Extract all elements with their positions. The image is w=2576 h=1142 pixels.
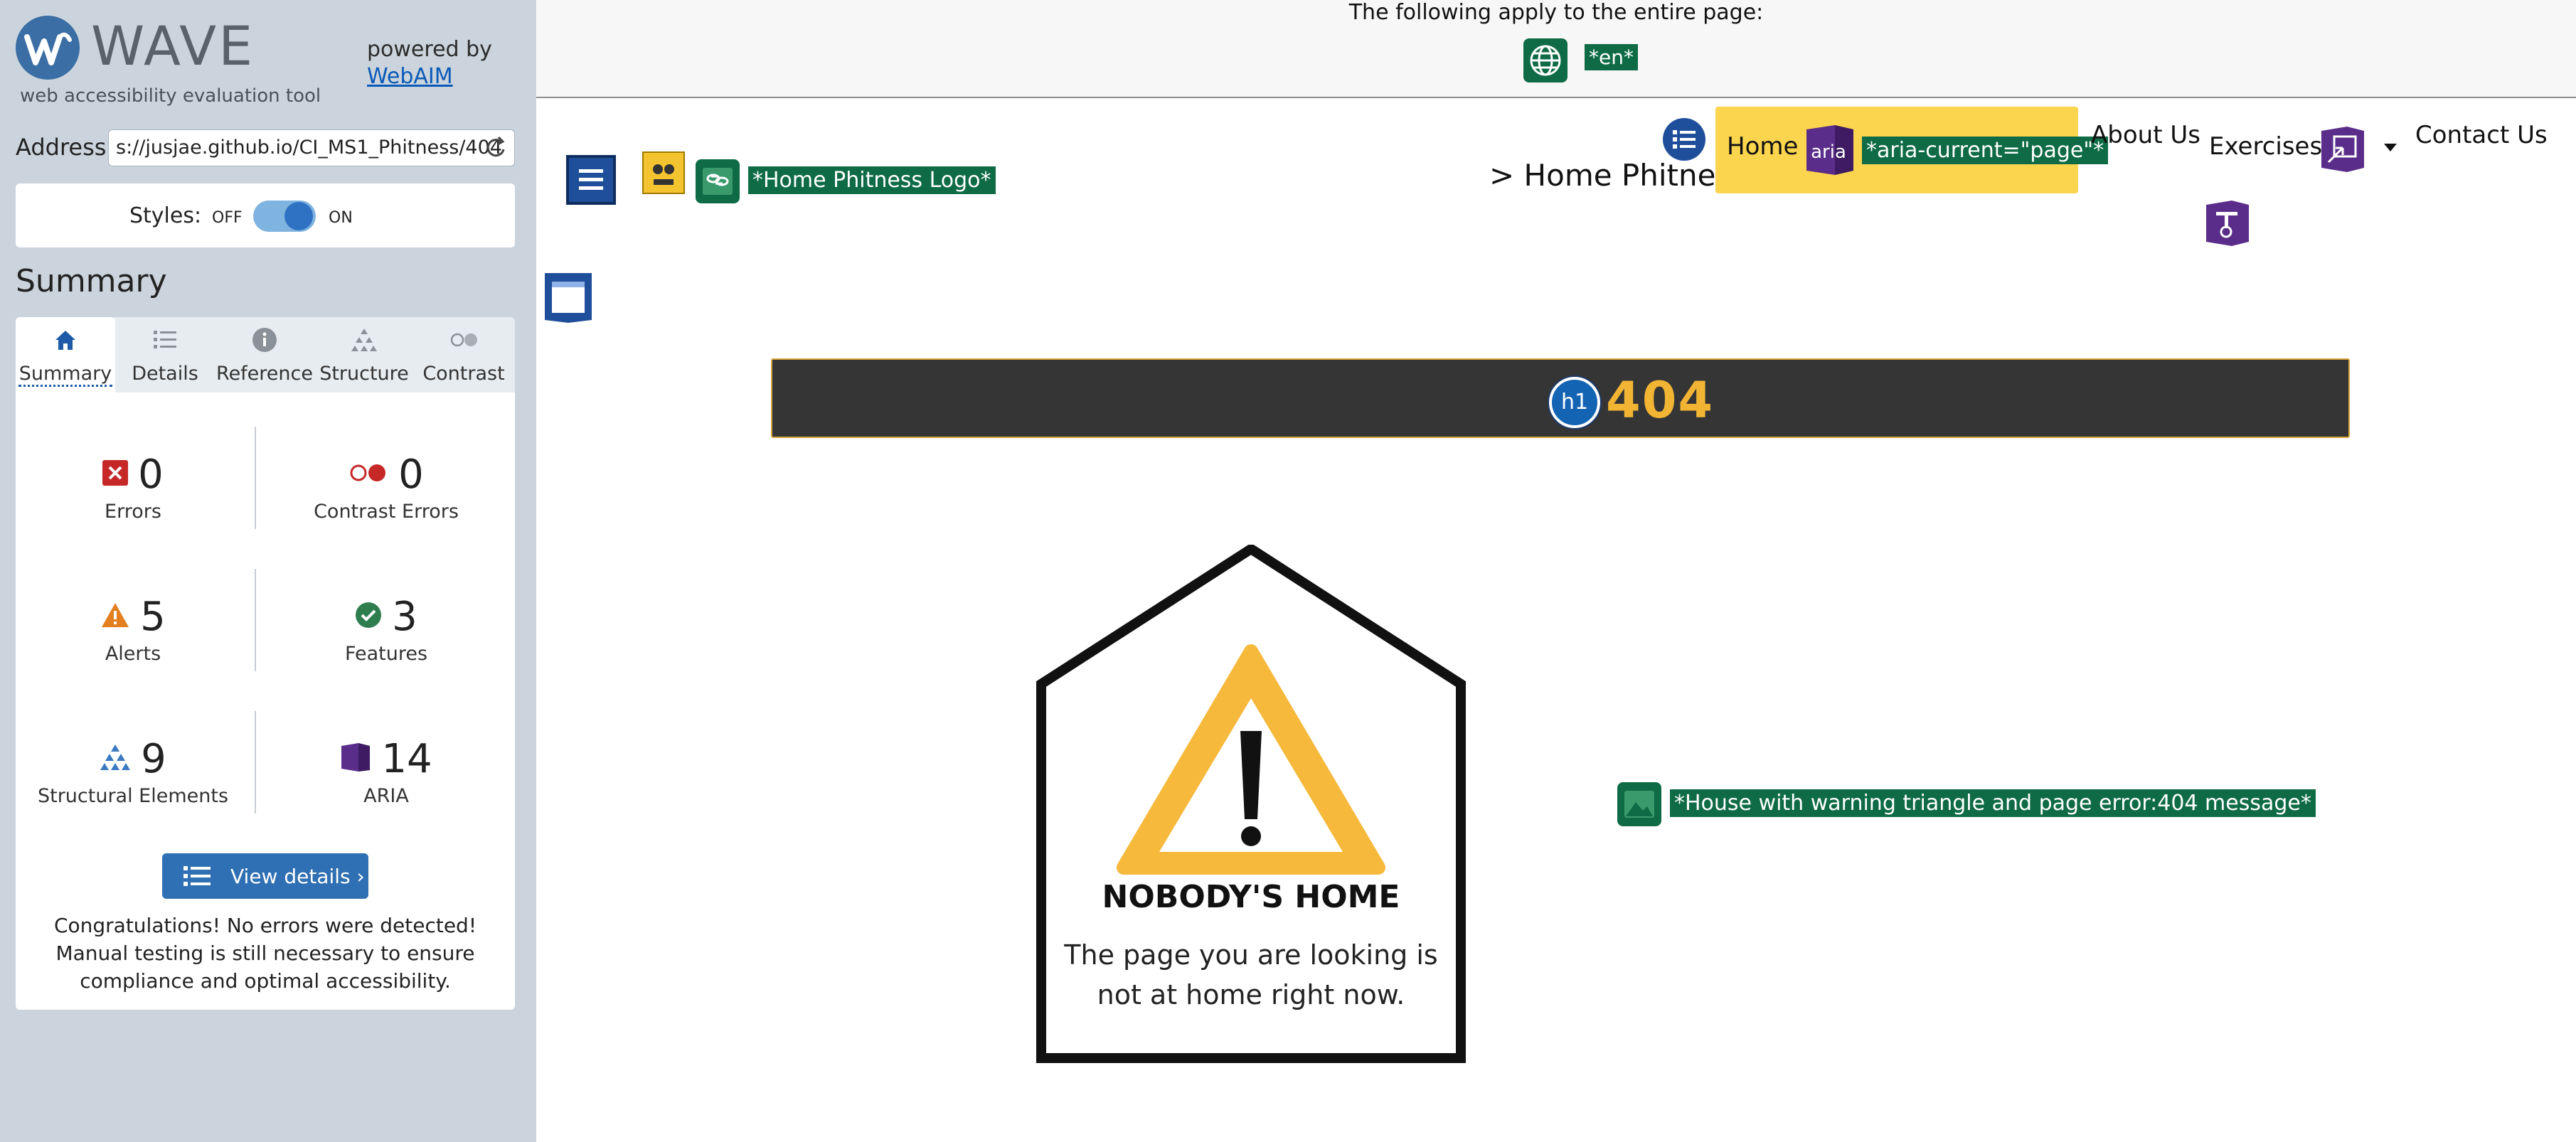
evaluated-page: The following apply to the entire page: … [536,0,2576,1142]
view-details-label: View details › [230,865,365,888]
region-marker-icon[interactable] [542,270,595,327]
contrast-icon [449,326,478,354]
powered-by-label: powered by [367,37,492,62]
toggle-knob [284,202,313,230]
stats-divider [255,427,256,529]
alerts-label: Alerts [105,643,161,665]
congrats-message: Congratulations! No errors were detected… [53,914,477,993]
page-wide-bar: The following apply to the entire page: … [536,0,2576,98]
alerts-count: 5 [140,593,166,640]
logo-alt-text-tag: *Home Phitness Logo* [748,166,996,194]
h1-badge[interactable]: h1 [1549,377,1600,428]
tab-reference[interactable]: Reference [215,317,314,393]
tab-contrast-label: Contrast [422,363,505,385]
stat-features[interactable]: 3 Features [269,592,504,666]
error-heading-bar: h1 404 [771,358,2350,438]
tab-structure[interactable]: Structure [314,317,414,393]
navigation-structure-icon[interactable] [565,154,617,209]
house-line2: not at home right now. [1097,979,1405,1010]
wave-logo-icon [16,16,80,80]
hierarchy-icon [350,326,378,354]
list-structure-icon[interactable] [1661,117,1707,165]
tab-details-label: Details [132,363,198,385]
tab-bar: Summary Details Reference Structure Cont… [16,317,515,393]
stat-structural-elements[interactable]: 9 Structural Elements [16,734,250,808]
aria-current-tag: *aria-current="page"* [1862,137,2109,164]
summary-panel: 0 Errors 0 Contrast Errors 5 Alerts 3 Fe… [16,393,515,1010]
features-count: 3 [392,593,417,640]
wave-logo-text: WAVE [91,14,255,78]
aria-menu-icon[interactable] [2203,199,2252,250]
feature-check-icon [355,602,382,631]
html5-banner-icon[interactable] [642,151,686,198]
aria-label: ARIA [363,785,409,807]
contrast-errors-count: 0 [398,451,424,498]
contrast-errors-label: Contrast Errors [314,501,459,523]
nav-about-link[interactable]: About Us [2091,121,2200,149]
nav-home-link[interactable]: Home [1727,132,1798,161]
brand-text[interactable]: > Home Phitness [1489,158,1747,193]
stat-contrast-errors[interactable]: 0 Contrast Errors [269,449,504,523]
aria-count: 14 [381,735,432,782]
wave-sidebar: WAVE web accessibility evaluation tool p… [0,0,536,1142]
errors-label: Errors [105,501,161,523]
nav-contact-link[interactable]: Contact Us [2415,121,2548,149]
list-icon [151,326,179,354]
image-alt-text-tag: *House with warning triangle and page er… [1670,789,2316,817]
summary-heading: Summary [16,263,167,299]
house-title: NOBODY'S HOME [1102,879,1400,915]
linked-image-icon[interactable] [694,158,741,208]
webaim-link[interactable]: WebAIM [367,64,453,89]
tab-contrast[interactable]: Contrast [414,317,513,393]
house-line1: The page you are looking is [1063,939,1437,971]
features-label: Features [344,643,428,665]
aria-popup-icon[interactable] [2319,125,2367,176]
stat-errors[interactable]: 0 Errors [16,449,250,523]
styles-label: Styles: [129,203,202,228]
tab-summary-label: Summary [18,363,112,387]
image-alt-icon[interactable] [1616,781,1663,831]
error-icon [102,460,129,489]
stats-divider [255,711,256,813]
structure-icon [100,743,131,774]
styles-toggle-panel: Styles: OFF ON [16,183,515,247]
aria-badge-text: aria [1811,142,1846,163]
stat-alerts[interactable]: 5 Alerts [16,592,250,665]
tab-reference-label: Reference [216,363,313,385]
tab-summary[interactable]: Summary [16,317,115,393]
page-title: 404 [1606,371,1715,429]
styles-toggle[interactable] [253,201,316,232]
tab-details[interactable]: Details [115,317,215,393]
home-icon [51,326,80,354]
list-icon [183,865,212,890]
structural-label: Structural Elements [37,785,229,807]
stat-aria[interactable]: 14 ARIA [269,734,504,807]
aria-badge[interactable]: aria [1804,124,1856,176]
reload-icon[interactable] [485,135,508,161]
nobody-home-image: NOBODY'S HOME The page you are looking i… [1036,543,1467,1064]
language-tag: *en* [1585,44,1638,70]
contrast-error-icon [348,462,388,486]
aria-icon [340,742,371,776]
wave-tagline: web accessibility evaluation tool [20,85,321,107]
nav-exercises-link[interactable]: Exercises [2209,132,2322,161]
errors-count: 0 [138,451,164,498]
wave-logo: WAVE web accessibility evaluation tool p… [16,14,513,108]
language-globe-icon[interactable] [1523,38,1568,82]
structural-count: 9 [141,735,166,782]
tab-structure-label: Structure [319,363,409,385]
alert-icon [100,602,130,631]
chevron-down-icon[interactable] [2384,144,2397,151]
stats-divider [255,569,256,671]
styles-on-label: ON [329,209,353,227]
view-details-button[interactable]: View details › [162,853,368,899]
page-wide-heading: The following apply to the entire page: [1348,0,1764,25]
address-input[interactable]: s://jusjae.github.io/CI_MS1_Phitness/404 [108,129,515,166]
styles-off-label: OFF [212,209,243,227]
info-icon [250,326,279,354]
address-label: Address: [16,134,115,161]
